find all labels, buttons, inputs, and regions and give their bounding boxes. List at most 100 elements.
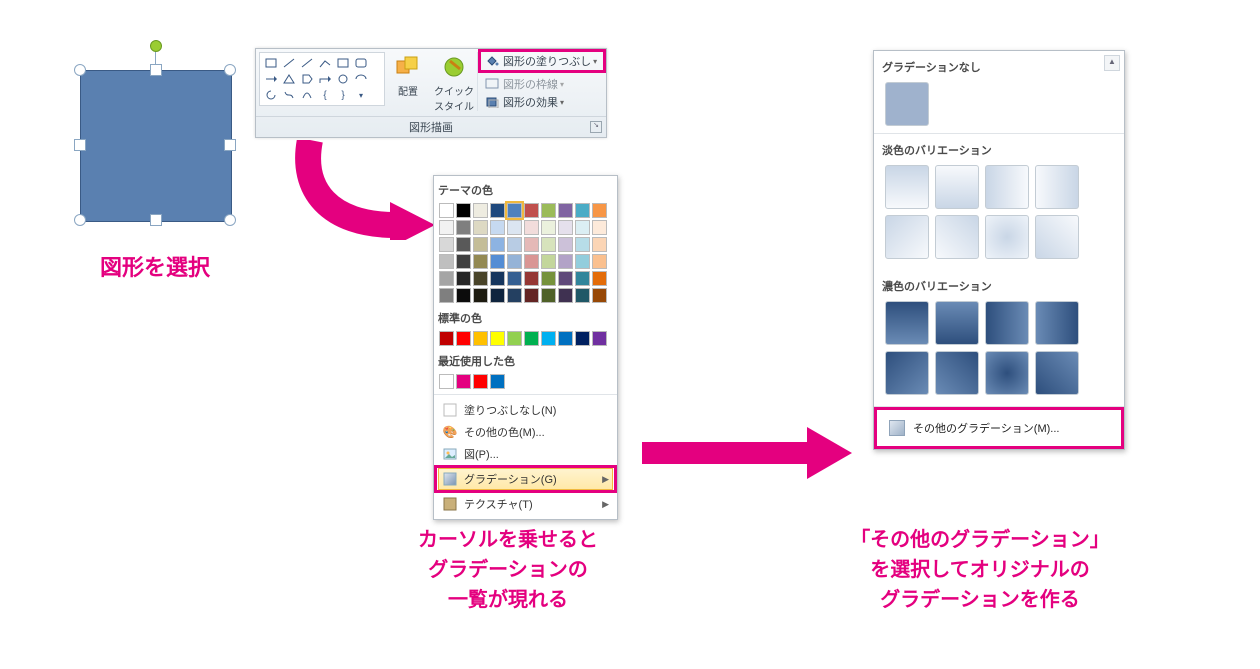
- color-swatch[interactable]: [473, 374, 488, 389]
- color-swatch[interactable]: [439, 237, 454, 252]
- gradient-thumb[interactable]: [885, 301, 929, 345]
- resize-handle[interactable]: [150, 64, 162, 76]
- color-swatch[interactable]: [558, 237, 573, 252]
- gradient-item[interactable]: グラデーション(G) ▶: [438, 468, 613, 490]
- color-swatch[interactable]: [592, 203, 607, 218]
- color-swatch[interactable]: [473, 331, 488, 346]
- color-swatch[interactable]: [558, 331, 573, 346]
- color-swatch[interactable]: [473, 288, 488, 303]
- color-swatch[interactable]: [558, 254, 573, 269]
- shape-rectangle[interactable]: [80, 70, 232, 222]
- color-swatch[interactable]: [524, 237, 539, 252]
- color-swatch[interactable]: [541, 288, 556, 303]
- resize-handle[interactable]: [74, 64, 86, 76]
- color-swatch[interactable]: [558, 203, 573, 218]
- color-swatch[interactable]: [558, 271, 573, 286]
- color-swatch[interactable]: [592, 288, 607, 303]
- color-swatch[interactable]: [507, 254, 522, 269]
- color-swatch[interactable]: [490, 288, 505, 303]
- color-swatch[interactable]: [473, 254, 488, 269]
- color-swatch[interactable]: [507, 331, 522, 346]
- selected-shape[interactable]: [70, 50, 240, 220]
- color-swatch[interactable]: [592, 254, 607, 269]
- color-swatch[interactable]: [490, 203, 505, 218]
- color-swatch[interactable]: [456, 220, 471, 235]
- resize-handle[interactable]: [224, 64, 236, 76]
- shape-fill-button[interactable]: 図形の塗りつぶし ▾: [481, 52, 603, 70]
- gradient-thumb[interactable]: [885, 215, 929, 259]
- color-swatch[interactable]: [473, 237, 488, 252]
- color-swatch[interactable]: [541, 271, 556, 286]
- color-swatch[interactable]: [473, 203, 488, 218]
- color-swatch[interactable]: [524, 331, 539, 346]
- color-swatch[interactable]: [575, 331, 590, 346]
- color-swatch[interactable]: [541, 237, 556, 252]
- color-swatch[interactable]: [575, 288, 590, 303]
- resize-handle[interactable]: [224, 214, 236, 226]
- color-swatch[interactable]: [456, 374, 471, 389]
- color-swatch[interactable]: [473, 271, 488, 286]
- gradient-thumb[interactable]: [935, 165, 979, 209]
- color-swatch[interactable]: [575, 203, 590, 218]
- color-swatch[interactable]: [524, 271, 539, 286]
- gradient-thumb[interactable]: [985, 301, 1029, 345]
- gradient-thumb[interactable]: [935, 215, 979, 259]
- color-swatch[interactable]: [490, 271, 505, 286]
- color-swatch[interactable]: [524, 288, 539, 303]
- shape-outline-button[interactable]: 図形の枠線 ▾: [481, 75, 603, 93]
- color-swatch[interactable]: [473, 220, 488, 235]
- no-fill-item[interactable]: 塗りつぶしなし(N): [438, 399, 613, 421]
- shape-effects-button[interactable]: 図形の効果 ▾: [481, 93, 603, 111]
- gradient-thumb[interactable]: [985, 351, 1029, 395]
- color-swatch[interactable]: [439, 331, 454, 346]
- color-swatch[interactable]: [575, 220, 590, 235]
- arrange-button[interactable]: 配置: [387, 52, 429, 98]
- color-swatch[interactable]: [490, 237, 505, 252]
- color-swatch[interactable]: [439, 288, 454, 303]
- color-swatch[interactable]: [592, 271, 607, 286]
- gradient-thumb[interactable]: [985, 215, 1029, 259]
- color-swatch[interactable]: [575, 254, 590, 269]
- color-swatch[interactable]: [541, 220, 556, 235]
- color-swatch[interactable]: [507, 271, 522, 286]
- gradient-thumb[interactable]: [885, 165, 929, 209]
- color-swatch[interactable]: [575, 237, 590, 252]
- color-swatch[interactable]: [558, 220, 573, 235]
- gradient-thumb-none[interactable]: [885, 82, 929, 126]
- gradient-thumb[interactable]: [1035, 351, 1079, 395]
- color-swatch[interactable]: [592, 331, 607, 346]
- color-swatch[interactable]: [541, 331, 556, 346]
- color-swatch[interactable]: [490, 254, 505, 269]
- gradient-thumb[interactable]: [935, 351, 979, 395]
- color-swatch[interactable]: [592, 237, 607, 252]
- color-swatch[interactable]: [592, 220, 607, 235]
- color-swatch[interactable]: [490, 374, 505, 389]
- color-swatch[interactable]: [439, 271, 454, 286]
- dialog-launcher-icon[interactable]: ↘: [590, 121, 602, 133]
- color-swatch[interactable]: [456, 254, 471, 269]
- color-swatch[interactable]: [456, 237, 471, 252]
- color-swatch[interactable]: [507, 237, 522, 252]
- gradient-thumb[interactable]: [935, 301, 979, 345]
- quickstyle-button[interactable]: クイック スタイル: [433, 52, 475, 113]
- color-swatch[interactable]: [439, 254, 454, 269]
- color-swatch[interactable]: [575, 271, 590, 286]
- color-swatch[interactable]: [507, 288, 522, 303]
- texture-item[interactable]: テクスチャ(T) ▶: [438, 493, 613, 515]
- color-swatch[interactable]: [439, 220, 454, 235]
- color-swatch[interactable]: [524, 203, 539, 218]
- picture-fill-item[interactable]: 図(P)...: [438, 443, 613, 465]
- color-swatch[interactable]: [541, 203, 556, 218]
- more-gradients-item[interactable]: その他のグラデーション(M)...: [881, 414, 1117, 442]
- color-swatch[interactable]: [456, 288, 471, 303]
- color-swatch[interactable]: [558, 288, 573, 303]
- resize-handle[interactable]: [74, 139, 86, 151]
- color-swatch[interactable]: [439, 374, 454, 389]
- color-swatch[interactable]: [456, 331, 471, 346]
- more-colors-item[interactable]: 🎨 その他の色(M)...: [438, 421, 613, 443]
- color-swatch[interactable]: [456, 271, 471, 286]
- color-swatch[interactable]: [541, 254, 556, 269]
- color-swatch[interactable]: [439, 203, 454, 218]
- color-swatch[interactable]: [490, 331, 505, 346]
- shape-gallery[interactable]: { } ▾: [259, 52, 385, 106]
